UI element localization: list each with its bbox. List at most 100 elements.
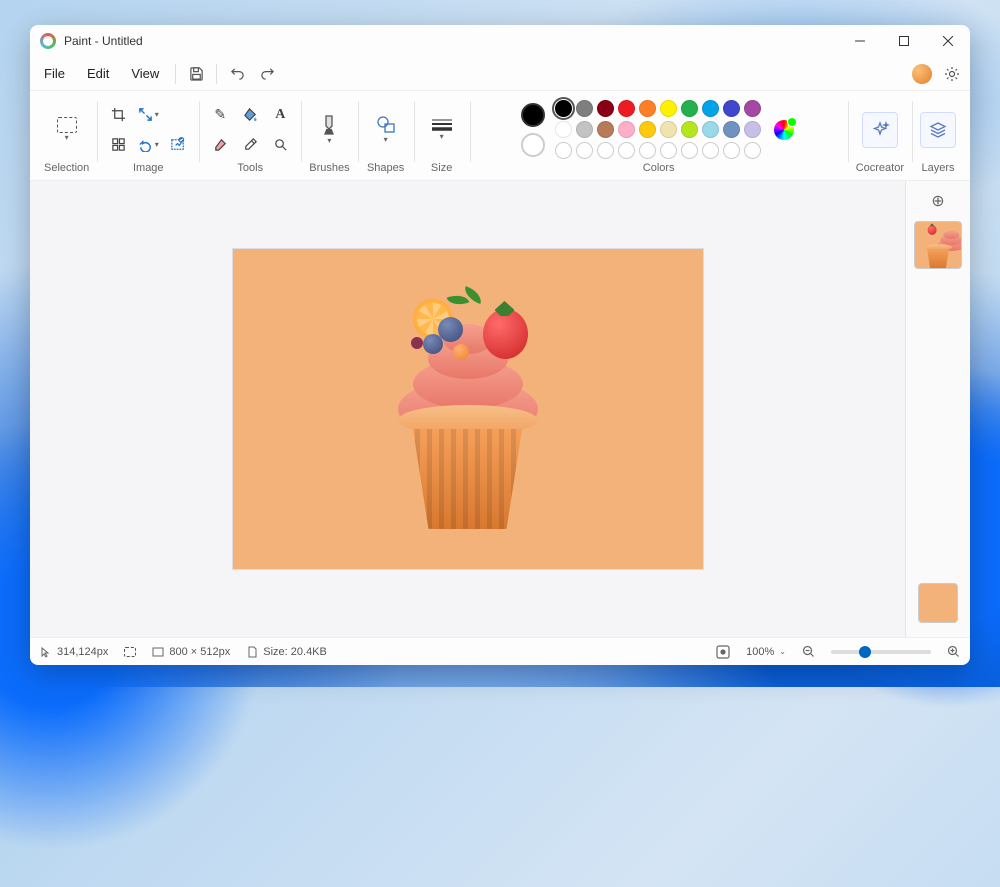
color-swatch[interactable] [639, 100, 656, 117]
zoom-value[interactable]: 100% ⌄ [746, 646, 786, 658]
custom-color-slot[interactable] [702, 142, 719, 159]
color-swatch[interactable] [576, 121, 593, 138]
colors-group: Colors [470, 91, 848, 180]
color-swatch[interactable] [639, 121, 656, 138]
edit-colors-icon[interactable] [771, 117, 797, 143]
selection-tool[interactable]: ▾ [47, 110, 87, 150]
rotate-icon[interactable]: ▾ [135, 132, 161, 158]
eraser-icon[interactable] [207, 132, 233, 158]
custom-color-slot[interactable] [597, 142, 614, 159]
color-swatch[interactable] [597, 121, 614, 138]
cursor-pos-value: 314,124px [57, 646, 108, 658]
file-size-value: Size: 20.4KB [263, 646, 327, 658]
image-label: Image [133, 162, 164, 176]
zoom-slider-knob[interactable] [859, 646, 871, 658]
paint-app-icon [40, 33, 56, 49]
resize-icon[interactable]: ▾ [135, 102, 161, 128]
custom-color-slot[interactable] [723, 142, 740, 159]
add-layer-button[interactable]: ⊕ [926, 189, 950, 213]
workspace: ⊕ [30, 181, 970, 637]
color-swatch[interactable] [744, 100, 761, 117]
color-swatch[interactable] [702, 100, 719, 117]
custom-color-slot[interactable] [639, 142, 656, 159]
file-menu[interactable]: File [34, 62, 75, 85]
selection-label: Selection [44, 162, 89, 176]
color-swatch[interactable] [702, 121, 719, 138]
color-swatch[interactable] [723, 100, 740, 117]
selection-size-icon [124, 647, 136, 657]
color1-swatch[interactable] [521, 103, 545, 127]
canvas-dims-value: 800 × 512px [169, 646, 230, 658]
color-swatch[interactable] [744, 121, 761, 138]
shapes-label: Shapes [367, 162, 404, 176]
color-swatch[interactable] [597, 100, 614, 117]
color-swatch[interactable] [618, 100, 635, 117]
fill-icon[interactable] [237, 102, 263, 128]
user-avatar[interactable] [912, 64, 932, 84]
ribbon: ▾ Selection ▾ ▾ Image ✎ [30, 91, 970, 181]
sparkle-icon [870, 120, 890, 140]
tools-group: ✎ A Tools [199, 91, 301, 180]
minimize-button[interactable] [838, 25, 882, 57]
text-icon[interactable]: A [267, 102, 293, 128]
layer-thumbnail[interactable] [914, 221, 962, 269]
pencil-icon[interactable]: ✎ [207, 102, 233, 128]
brushes-button[interactable]: ▾ [309, 110, 349, 150]
crop-icon[interactable] [105, 102, 131, 128]
maximize-button[interactable] [882, 25, 926, 57]
color-swatch[interactable] [555, 100, 572, 117]
zoom-out-icon[interactable] [802, 645, 815, 658]
redo-icon[interactable] [253, 60, 281, 88]
color2-swatch[interactable] [521, 133, 545, 157]
custom-color-slot[interactable] [660, 142, 677, 159]
color-swatch[interactable] [681, 121, 698, 138]
view-menu[interactable]: View [121, 62, 169, 85]
brushes-group: ▾ Brushes [301, 91, 357, 180]
menubar: File Edit View [30, 57, 970, 91]
tools-label: Tools [237, 162, 263, 176]
remove-bg-icon[interactable] [165, 132, 191, 158]
color-swatch[interactable] [618, 121, 635, 138]
color-swatch[interactable] [660, 100, 677, 117]
color-swatch[interactable] [681, 100, 698, 117]
layers-group: Layers [912, 91, 964, 180]
zoom-slider[interactable] [831, 650, 931, 654]
cocreator-button[interactable] [862, 112, 898, 148]
layers-button[interactable] [920, 112, 956, 148]
custom-color-slot[interactable] [744, 142, 761, 159]
save-icon[interactable] [182, 60, 210, 88]
shapes-icon [375, 115, 397, 135]
shapes-button[interactable]: ▾ [366, 110, 406, 150]
cursor-position: 314,124px [40, 646, 108, 658]
color-swatch[interactable] [660, 121, 677, 138]
custom-color-slot[interactable] [618, 142, 635, 159]
brush-icon [320, 114, 338, 136]
magnifier-icon[interactable] [267, 132, 293, 158]
custom-color-slot[interactable] [555, 142, 572, 159]
window-title: Paint - Untitled [64, 34, 143, 48]
color-swatch[interactable] [723, 121, 740, 138]
canvas[interactable] [233, 249, 703, 569]
close-button[interactable] [926, 25, 970, 57]
zoom-in-icon[interactable] [947, 645, 960, 658]
settings-gear-icon[interactable] [938, 60, 966, 88]
custom-color-slot[interactable] [681, 142, 698, 159]
file-size: Size: 20.4KB [246, 646, 327, 658]
colors-label: Colors [643, 162, 675, 176]
layer-color-preview[interactable] [918, 583, 958, 623]
edit-menu[interactable]: Edit [77, 62, 119, 85]
size-button[interactable]: ▾ [422, 110, 462, 150]
size-label: Size [431, 162, 452, 176]
custom-color-slot[interactable] [576, 142, 593, 159]
statusbar: 314,124px 800 × 512px Size: 20.4KB 100% … [30, 637, 970, 665]
select-all-icon[interactable] [105, 132, 131, 158]
fit-screen-icon[interactable] [716, 645, 730, 659]
eyedropper-icon[interactable] [237, 132, 263, 158]
paint-window: Paint - Untitled File Edit View [30, 25, 970, 665]
color-swatch[interactable] [555, 121, 572, 138]
canvas-area[interactable] [30, 181, 905, 637]
color-swatch[interactable] [576, 100, 593, 117]
selection-icon [57, 117, 77, 133]
cocreator-group: Cocreator [848, 91, 912, 180]
undo-icon[interactable] [223, 60, 251, 88]
